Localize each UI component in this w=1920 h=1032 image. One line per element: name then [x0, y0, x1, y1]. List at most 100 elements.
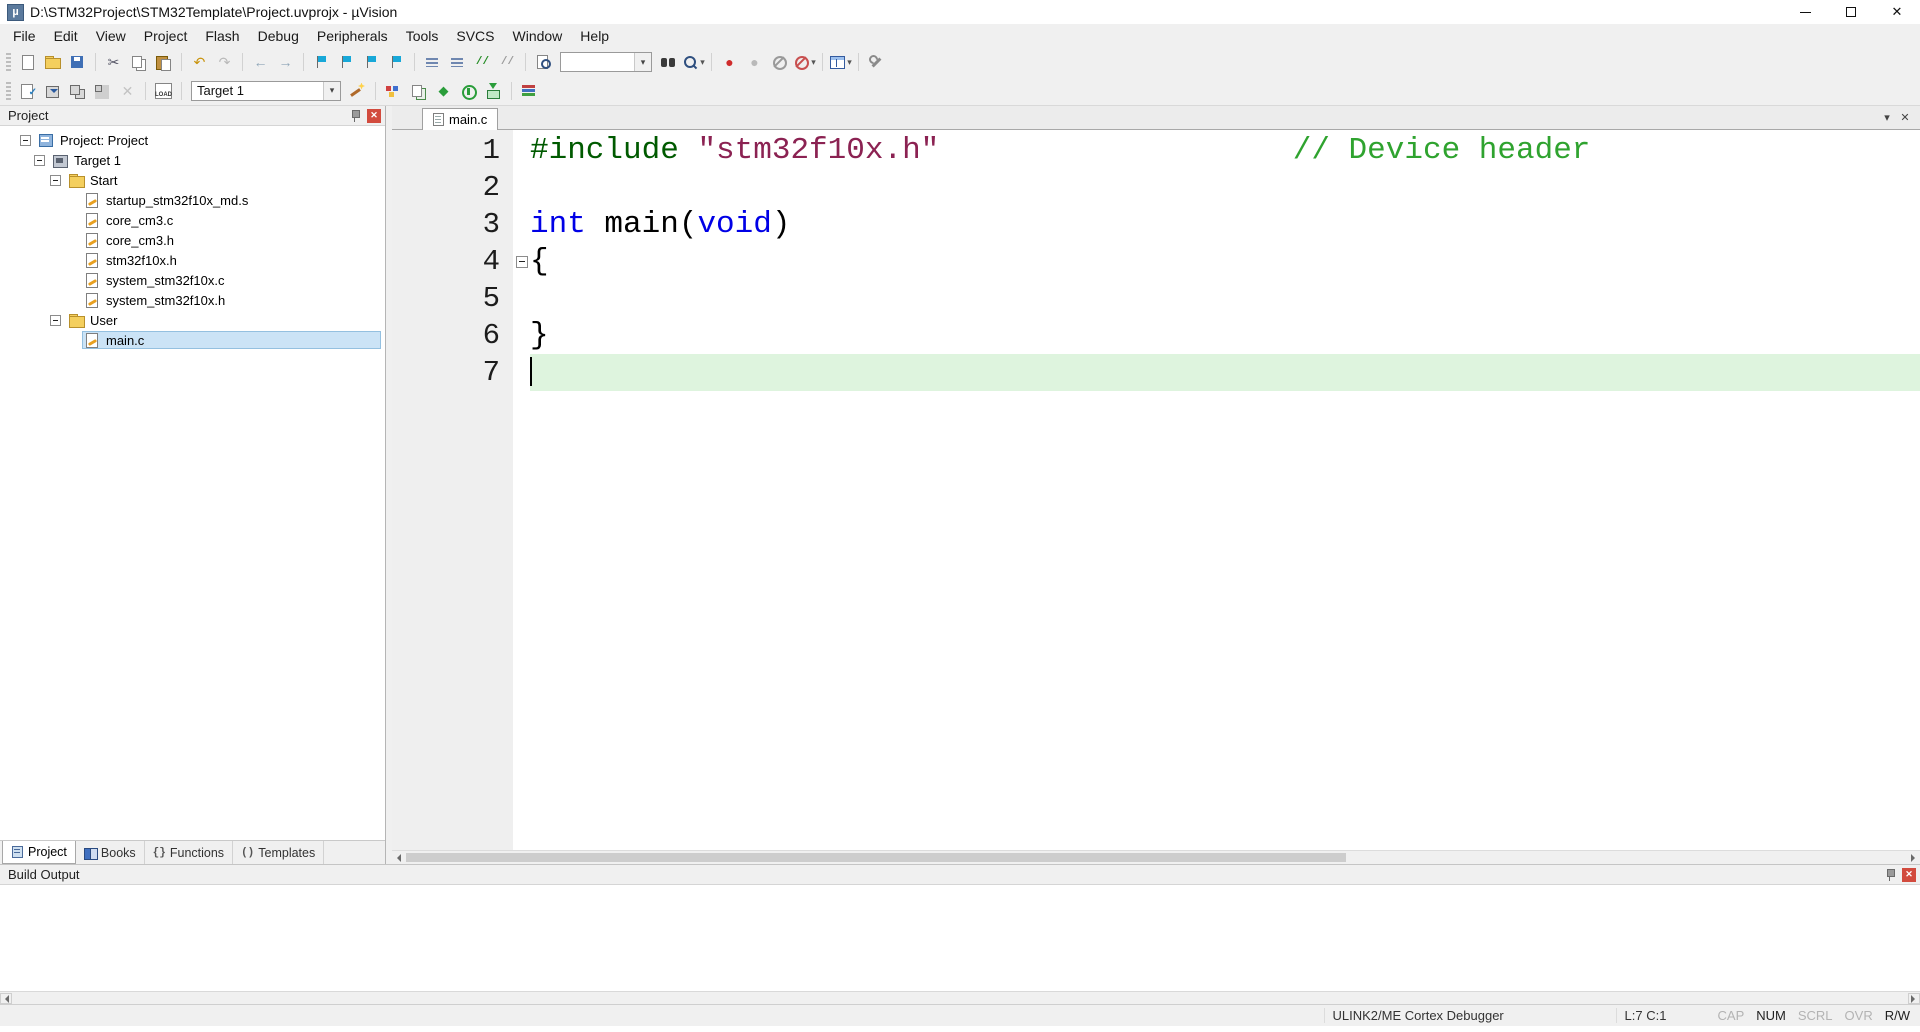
code-line-4[interactable]: 4{	[392, 243, 1920, 280]
code-text[interactable]	[530, 354, 1920, 391]
tree-item-start[interactable]: Start	[0, 170, 385, 190]
close-button[interactable]: ✕	[1874, 0, 1920, 24]
panel-tab-books[interactable]: Books	[76, 841, 145, 864]
code-line-1[interactable]: 1 #include "stm32f10x.h" // Device header	[392, 132, 1920, 169]
scroll-right-arrow[interactable]	[1908, 993, 1920, 1004]
find-button[interactable]	[656, 50, 681, 74]
menu-view[interactable]: View	[87, 24, 135, 48]
tree-item-core-cm3-c[interactable]: core_cm3.c	[0, 210, 385, 230]
tree-expander-icon[interactable]	[20, 135, 31, 146]
find-combo-dropdown-icon[interactable]: ▾	[634, 53, 651, 71]
code-line-3[interactable]: 3 int main(void)	[392, 206, 1920, 243]
menu-flash[interactable]: Flash	[196, 24, 248, 48]
tree-expander-icon[interactable]	[34, 155, 45, 166]
save-button[interactable]	[65, 50, 90, 74]
scroll-left-arrow[interactable]	[392, 853, 404, 863]
pin-icon[interactable]	[350, 109, 360, 122]
disable-breakpoint-button[interactable]: ●	[742, 50, 767, 74]
code-line-2[interactable]: 2	[392, 169, 1920, 206]
menu-help[interactable]: Help	[571, 24, 618, 48]
code-text[interactable]: #include "stm32f10x.h" // Device header	[530, 132, 1920, 169]
tree-expander-icon[interactable]	[50, 175, 61, 186]
disable-all-breakpoints-button[interactable]	[767, 50, 792, 74]
tree-item-main-c[interactable]: main.c	[0, 330, 385, 350]
manage-rte-button[interactable]: ◆	[431, 79, 456, 103]
tree-item-startup-stm32f10x-md-s[interactable]: startup_stm32f10x_md.s	[0, 190, 385, 210]
editor-hscroll-thumb[interactable]	[406, 853, 1346, 862]
panel-tab-functions[interactable]: {}Functions	[145, 841, 233, 864]
select-software-packs-button[interactable]	[456, 79, 481, 103]
menu-tools[interactable]: Tools	[397, 24, 448, 48]
menu-edit[interactable]: Edit	[45, 24, 87, 48]
options-for-target-button[interactable]	[345, 79, 370, 103]
menu-svcs[interactable]: SVCS	[447, 24, 503, 48]
tree-item-system-stm32f10x-c[interactable]: system_stm32f10x.c	[0, 270, 385, 290]
line-number-2[interactable]: 2	[392, 169, 513, 206]
next-bookmark-button[interactable]	[359, 50, 384, 74]
minimize-button[interactable]	[1782, 0, 1828, 24]
menu-project[interactable]: Project	[135, 24, 197, 48]
cut-button[interactable]: ✂	[101, 50, 126, 74]
line-number-6[interactable]: 6	[392, 317, 513, 354]
scroll-right-arrow[interactable]	[1908, 853, 1920, 863]
panel-tab-templates[interactable]: ()Templates	[233, 841, 324, 864]
code-line-7[interactable]: 7	[392, 354, 1920, 391]
close-tab-button[interactable]: ✕	[1896, 109, 1914, 127]
build-output-content[interactable]	[0, 885, 1920, 991]
copy-button[interactable]	[126, 50, 151, 74]
kill-all-breakpoints-button[interactable]: ▾	[792, 50, 817, 74]
code-text[interactable]: int main(void)	[530, 206, 1920, 243]
line-number-3[interactable]: 3	[392, 206, 513, 243]
batch-build-button[interactable]	[90, 79, 115, 103]
find-in-files-button[interactable]	[531, 50, 556, 74]
tree-expander-icon[interactable]	[50, 315, 61, 326]
tab-list-dropdown-button[interactable]: ▾	[1878, 109, 1896, 127]
editor-tab-main-c[interactable]: main.c	[422, 108, 498, 130]
find-combo[interactable]: ▾	[560, 52, 652, 72]
navigate-back-button[interactable]: ←	[248, 50, 273, 74]
line-number-1[interactable]: 1	[392, 132, 513, 169]
books-environment-button[interactable]	[517, 79, 542, 103]
debug-windows-button-dropdown-icon[interactable]: ▾	[847, 57, 852, 68]
clear-bookmarks-button[interactable]	[384, 50, 409, 74]
unindent-button[interactable]	[420, 50, 445, 74]
target-select-dropdown-icon[interactable]: ▾	[323, 82, 340, 100]
tree-item-target-1[interactable]: Target 1	[0, 150, 385, 170]
paste-button[interactable]	[151, 50, 176, 74]
panel-tab-project[interactable]: Project	[2, 841, 76, 864]
tree-item-user[interactable]: User	[0, 310, 385, 330]
editor-horizontal-scrollbar[interactable]	[392, 850, 1920, 864]
stop-build-button[interactable]: ✕	[115, 79, 140, 103]
editor-body[interactable]: 1 #include "stm32f10x.h" // Device header…	[392, 130, 1920, 850]
code-text[interactable]: {	[530, 243, 1920, 280]
build-output-scrollbar[interactable]	[0, 991, 1920, 1004]
toggle-bookmark-button[interactable]	[309, 50, 334, 74]
menu-peripherals[interactable]: Peripherals	[308, 24, 397, 48]
menu-debug[interactable]: Debug	[249, 24, 308, 48]
project-panel-close-button[interactable]: ✕	[367, 109, 381, 123]
indent-button[interactable]	[445, 50, 470, 74]
code-line-6[interactable]: 6}	[392, 317, 1920, 354]
menu-file[interactable]: File	[4, 24, 45, 48]
incremental-find-button-dropdown-icon[interactable]: ▾	[700, 57, 705, 68]
pack-installer-button[interactable]	[481, 79, 506, 103]
tree-item-core-cm3-h[interactable]: core_cm3.h	[0, 230, 385, 250]
navigate-forward-button[interactable]: →	[273, 50, 298, 74]
target-select[interactable]: Target 1▾	[191, 81, 341, 101]
scroll-left-arrow[interactable]	[0, 993, 12, 1004]
debug-windows-button[interactable]: ▾	[828, 50, 853, 74]
line-number-4[interactable]: 4	[392, 243, 513, 280]
insert-breakpoint-button[interactable]: ●	[717, 50, 742, 74]
menu-window[interactable]: Window	[504, 24, 572, 48]
kill-all-breakpoints-button-dropdown-icon[interactable]: ▾	[811, 57, 816, 68]
comment-button[interactable]: //	[470, 50, 495, 74]
incremental-find-button[interactable]: ▾	[681, 50, 706, 74]
fold-collapse-icon[interactable]	[516, 256, 528, 268]
uncomment-button[interactable]: //	[495, 50, 520, 74]
download-button[interactable]: LOAD	[151, 79, 176, 103]
build-button[interactable]	[40, 79, 65, 103]
tree-item-project-project[interactable]: Project: Project	[0, 130, 385, 150]
build-output-close-button[interactable]: ✕	[1902, 868, 1916, 882]
tree-item-stm32f10x-h[interactable]: stm32f10x.h	[0, 250, 385, 270]
manage-project-items-button[interactable]	[406, 79, 431, 103]
